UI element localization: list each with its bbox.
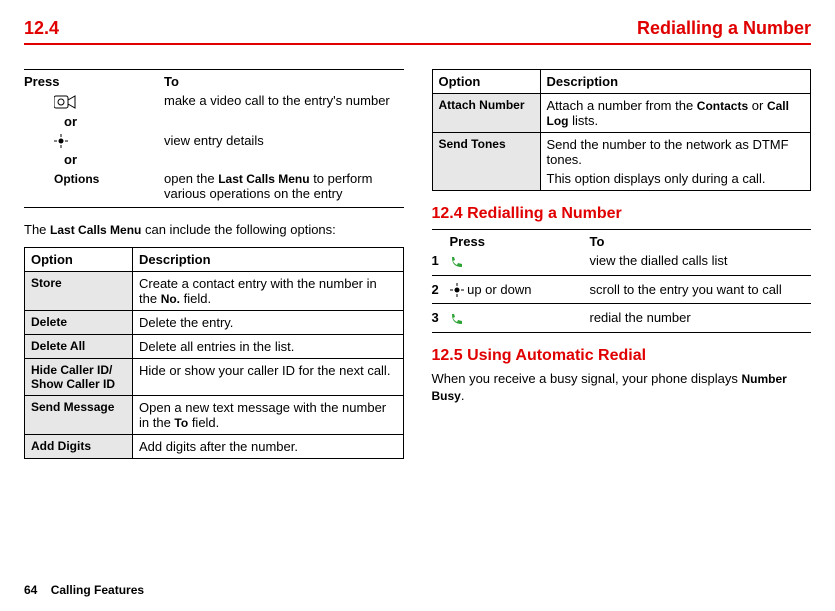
step-row: 1 view the dialled calls list [432,251,812,271]
section-12-5-body: When you receive a busy signal, your pho… [432,371,812,405]
table-header-row: Option Description [432,70,811,94]
chapter-title: Calling Features [51,583,144,597]
to-label: To [164,74,179,89]
page-header: 12.4 Redialling a Number [24,18,811,41]
right-column: Option Description Attach Number Attach … [432,65,812,459]
nav-dot-icon [54,134,68,148]
page-footer: 64 Calling Features [24,583,144,597]
call-icon [450,255,464,269]
table-header-row: Option Description [25,248,404,272]
table-row: Attach Number Attach a number from the C… [432,94,811,133]
page-number: 64 [24,583,37,597]
section-12-5-title: 12.5 Using Automatic Redial [432,347,812,365]
section-12-4-title: 12.4 Redialling a Number [432,205,812,223]
call-icon [450,312,464,326]
options-key: Options [54,172,99,186]
col-option: Option [432,70,540,94]
table-row: Send Tones Send the number to the networ… [432,133,811,191]
intro-text: The Last Calls Menu can include the foll… [24,222,404,239]
table-row: Hide Caller ID/ Show Caller ID Hide or s… [25,359,404,396]
col-option: Option [25,248,133,272]
rule [432,303,812,304]
rule [24,69,404,70]
section-number: 12.4 [24,18,59,39]
action-row: make a video call to the entry's number [24,91,404,112]
to-label: To [590,234,605,249]
nav-dot-icon [450,283,464,297]
rule [432,229,812,230]
table-row: Send Message Open a new text message wit… [25,396,404,435]
action-row: Options open the Last Calls Menu to perf… [24,169,404,203]
options-table: Option Description Attach Number Attach … [432,69,812,191]
table-row: Delete Delete the entry. [25,311,404,335]
table-row: Store Create a contact entry with the nu… [25,272,404,311]
press-label: Press [450,234,590,249]
action-desc: open the Last Calls Menu to perform vari… [164,171,404,201]
section-title: Redialling a Number [637,18,811,39]
table-row: Delete All Delete all entries in the lis… [25,335,404,359]
header-rule [24,43,811,45]
or-label: or [24,150,404,169]
press-label: Press [24,74,164,89]
video-call-icon [54,94,76,110]
left-column: Press To make a video call to the entry'… [24,65,404,459]
action-desc: make a video call to the entry's number [164,93,404,110]
action-desc: view entry details [164,133,404,149]
rule [24,207,404,208]
table-row: Add Digits Add digits after the number. [25,435,404,459]
or-label: or [24,112,404,131]
step-row: 2 up or down scroll to the entry you wan… [432,280,812,300]
col-description: Description [133,248,404,272]
step-row: 3 redial the number [432,308,812,328]
rule [432,332,812,333]
rule [432,275,812,276]
col-description: Description [540,70,811,94]
press-to-header: Press To [24,74,404,91]
options-table: Option Description Store Create a contac… [24,247,404,459]
action-row: view entry details [24,131,404,151]
content-columns: Press To make a video call to the entry'… [24,65,811,459]
press-to-header: Press To [432,234,812,251]
